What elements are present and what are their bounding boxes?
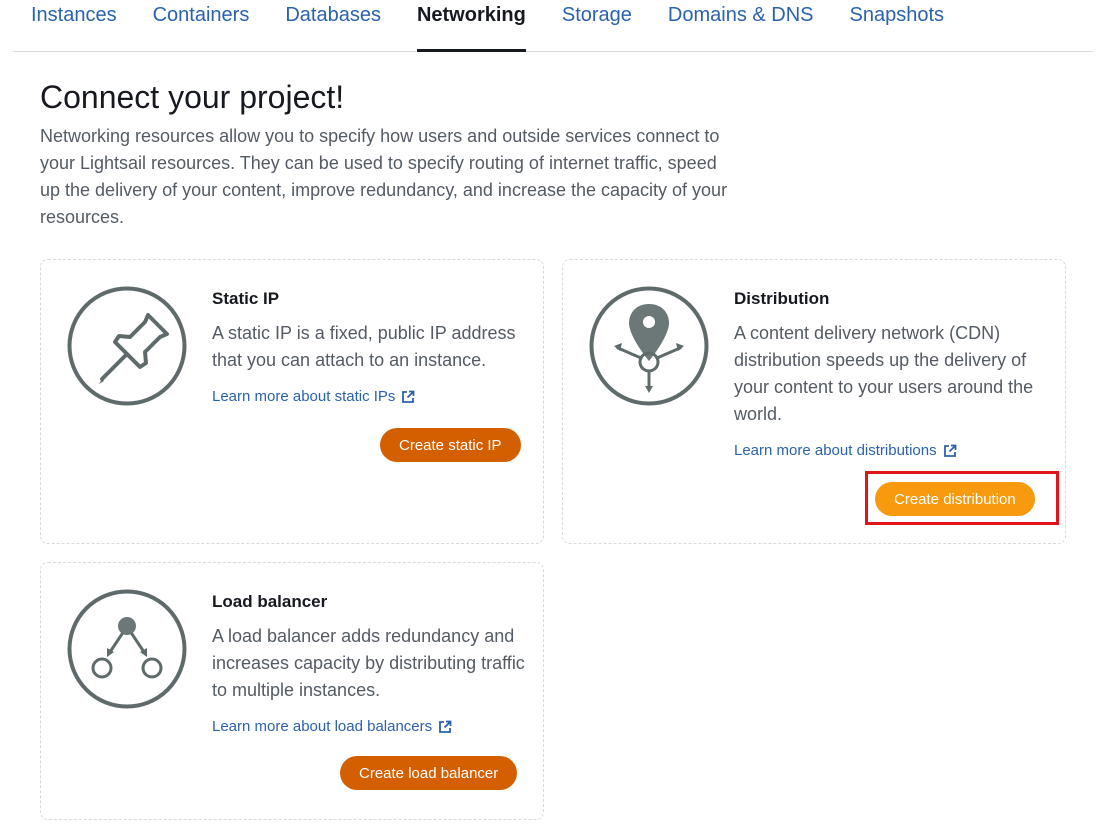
learn-more-static-ips-link[interactable]: Learn more about static IPs	[212, 388, 415, 405]
pushpin-icon	[67, 286, 187, 406]
external-link-icon	[943, 444, 957, 457]
service-tabs: Instances Containers Databases Networkin…	[13, 0, 1093, 52]
link-label: Learn more about load balancers	[212, 718, 433, 735]
tab-label: Databases	[285, 4, 381, 26]
tab-label: Instances	[31, 4, 117, 26]
tab-label: Snapshots	[849, 4, 945, 26]
create-load-balancer-button[interactable]: Create load balancer	[340, 756, 518, 790]
page-intro: Networking resources allow you to specif…	[40, 126, 728, 227]
external-link-icon	[439, 720, 452, 733]
link-label: Learn more about distributions	[734, 442, 937, 459]
card-description: A content delivery network (CDN) distrib…	[734, 323, 1034, 424]
link-label: Learn more about static IPs	[212, 388, 396, 405]
create-static-ip-button[interactable]: Create static IP	[380, 428, 521, 462]
load-balancer-card: Load balancer A load balancer adds redun…	[40, 562, 544, 820]
tab-snapshots[interactable]: Snapshots	[832, 4, 963, 51]
card-title: Load balancer	[212, 592, 328, 611]
page-title: Connect your project!	[40, 79, 345, 115]
card-title: Static IP	[212, 289, 280, 308]
card-title: Distribution	[734, 289, 830, 308]
distribution-card: Distribution A content delivery network …	[562, 259, 1066, 544]
tab-networking[interactable]: Networking	[399, 4, 544, 52]
tab-label: Containers	[152, 4, 250, 26]
create-distribution-button[interactable]: Create distribution	[875, 482, 1035, 516]
tab-domains-dns[interactable]: Domains & DNS	[650, 4, 832, 51]
tab-label: Domains & DNS	[667, 4, 814, 26]
external-link-icon	[402, 390, 415, 403]
load-balancer-icon	[67, 589, 187, 709]
tab-label: Networking	[416, 4, 526, 26]
static-ip-card: Static IP A static IP is a fixed, public…	[40, 259, 544, 544]
tab-storage[interactable]: Storage	[544, 4, 650, 51]
map-pin-distribution-icon	[589, 286, 709, 406]
tab-containers[interactable]: Containers	[135, 4, 268, 51]
tab-instances[interactable]: Instances	[13, 4, 135, 51]
card-description: A load balancer adds redundancy and incr…	[212, 626, 525, 700]
learn-more-distributions-link[interactable]: Learn more about distributions	[734, 442, 957, 459]
card-description: A static IP is a fixed, public IP addres…	[212, 323, 516, 370]
tab-label: Storage	[561, 4, 632, 26]
learn-more-load-balancers-link[interactable]: Learn more about load balancers	[212, 718, 452, 735]
tab-databases[interactable]: Databases	[267, 4, 399, 51]
